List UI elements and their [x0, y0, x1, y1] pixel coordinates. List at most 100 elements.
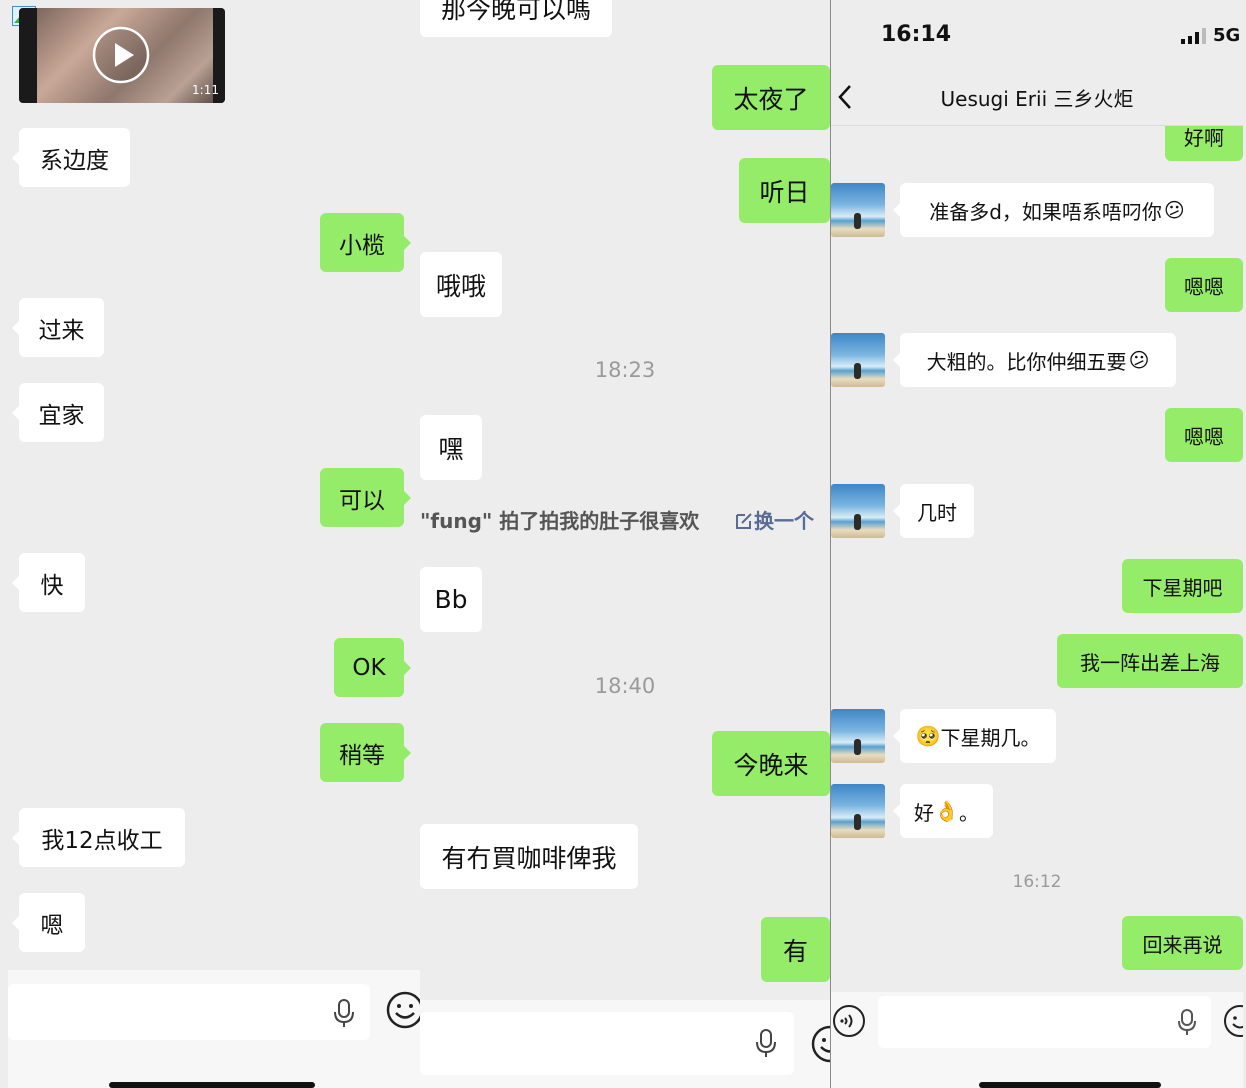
emoji-icon[interactable]: [810, 1024, 830, 1064]
message-bubble[interactable]: 嗯: [12, 893, 85, 952]
message-bubble[interactable]: 嘿: [420, 415, 482, 480]
message-bubble[interactable]: 哦哦: [420, 252, 502, 317]
message-bubble[interactable]: 稍等: [320, 723, 411, 782]
message-bubble[interactable]: 嗯嗯: [1165, 258, 1243, 312]
message-bubble[interactable]: Bb: [420, 567, 482, 632]
chat-panel-3: 16:14 5G Uesugi Erii 三乡火炬 好啊 准备多d，如果唔系唔叼…: [830, 0, 1243, 1088]
video-message[interactable]: 1:11: [19, 8, 225, 103]
edit-icon: [734, 511, 754, 531]
message-bubble[interactable]: 小榄: [320, 213, 411, 272]
message-bubble[interactable]: 回来再说: [1122, 916, 1243, 970]
home-indicator: [979, 1082, 1161, 1088]
message-text: OK: [352, 654, 386, 681]
pat-notice-text: "fung" 拍了拍我的肚子很喜欢: [420, 509, 700, 533]
message-input[interactable]: [420, 1012, 794, 1075]
message-text: 可以: [339, 487, 385, 514]
message-text: 🥺 下星期几。: [915, 724, 1041, 750]
message-text: 嗯: [40, 912, 64, 939]
emoji-icon[interactable]: [385, 990, 420, 1030]
input-bar: [420, 1000, 830, 1088]
message-input[interactable]: [878, 996, 1211, 1048]
message-text: 今晚来: [733, 750, 809, 780]
microphone-icon[interactable]: [333, 998, 355, 1028]
message-bubble[interactable]: 准备多d，如果唔系唔叼你 😕: [893, 183, 1214, 237]
play-icon[interactable]: [92, 26, 150, 84]
message-list: 好啊 准备多d，如果唔系唔叼你 😕 嗯嗯 大粗的。比你仲细五要 😕 嗯嗯 几时 下星…: [831, 126, 1243, 992]
message-bubble[interactable]: 🥺 下星期几。: [893, 709, 1056, 763]
pat-change-link[interactable]: 换一个: [734, 505, 814, 534]
chat-panel-2: 那今晚可以嗎 太夜了 听日 哦哦 18:23 嘿 "fung" 拍了拍我的肚子很…: [420, 0, 830, 1088]
avatar[interactable]: [831, 183, 885, 237]
message-bubble[interactable]: 下星期吧: [1122, 559, 1243, 613]
message-text: 系边度: [40, 147, 109, 174]
message-text: 小榄: [339, 232, 385, 259]
emoji-icon[interactable]: [1223, 1004, 1243, 1038]
message-text: 回来再说: [1142, 932, 1223, 957]
home-indicator: [109, 1082, 315, 1088]
timestamp: 18:23: [594, 358, 656, 382]
message-text: 宜家: [38, 402, 85, 429]
message-bubble[interactable]: OK: [334, 638, 411, 697]
message-bubble[interactable]: 好 👌。: [893, 784, 993, 838]
video-duration: 1:11: [192, 83, 219, 97]
message-text: 嘿: [438, 434, 464, 464]
message-text: Bb: [434, 585, 468, 614]
microphone-icon[interactable]: [755, 1028, 777, 1058]
message-text: 太夜了: [733, 84, 809, 114]
message-text: 大粗的。比你仲细五要 😕: [926, 348, 1150, 374]
message-text: 那今晚可以嗎: [440, 0, 591, 24]
message-text: 好啊: [1184, 126, 1224, 150]
message-bubble[interactable]: 有冇買咖啡俾我: [420, 824, 638, 889]
message-bubble[interactable]: 我一阵出差上海: [1057, 634, 1243, 688]
message-bubble[interactable]: 今晚来: [712, 731, 830, 796]
timestamp: 16:12: [1012, 872, 1062, 892]
message-bubble[interactable]: 几时: [893, 484, 974, 538]
avatar[interactable]: [831, 333, 885, 387]
message-text: 快: [40, 572, 64, 599]
pat-change-label: 换一个: [754, 509, 814, 533]
message-text: 几时: [917, 500, 957, 525]
message-bubble[interactable]: 大粗的。比你仲细五要 😕: [893, 333, 1176, 387]
message-bubble[interactable]: 那今晚可以嗎: [420, 0, 612, 37]
message-bubble[interactable]: 我12点收工: [12, 808, 185, 867]
message-bubble[interactable]: 可以: [320, 468, 411, 527]
avatar[interactable]: [831, 709, 885, 763]
message-text: 我12点收工: [41, 827, 163, 854]
message-bubble[interactable]: 有: [761, 917, 830, 982]
confused-emoji: 😕: [1163, 198, 1185, 222]
message-text: 有: [782, 936, 808, 966]
message-text: 听日: [759, 177, 810, 207]
message-text: 准备多d，如果唔系唔叼你 😕: [929, 198, 1185, 224]
pleading-emoji: 🥺: [915, 724, 941, 748]
message-bubble[interactable]: 太夜了: [712, 65, 830, 130]
message-text: 有冇買咖啡俾我: [441, 843, 617, 873]
network-label: 5G: [1213, 25, 1241, 46]
message-bubble[interactable]: 好啊: [1165, 126, 1243, 161]
message-bubble[interactable]: 快: [12, 553, 85, 612]
message-text: 我一阵出差上海: [1080, 650, 1220, 675]
message-text: 下星期吧: [1142, 575, 1223, 600]
message-bubble[interactable]: 宜家: [12, 383, 104, 442]
message-bubble[interactable]: 嗯嗯: [1165, 408, 1243, 462]
signal-icon: [1181, 28, 1207, 44]
microphone-icon[interactable]: [1177, 1008, 1197, 1036]
avatar[interactable]: [831, 784, 885, 838]
status-time: 16:14: [881, 22, 952, 47]
ok-hand-emoji: 👌: [934, 799, 959, 823]
chat-panel-1: 1:11 系边度 小榄 过来 宜家 可以 快 OK 稍等 我12点收工 嗯: [8, 0, 420, 1088]
avatar[interactable]: [831, 484, 885, 538]
voice-icon[interactable]: [832, 1004, 866, 1038]
message-text: 嗯嗯: [1184, 274, 1224, 299]
message-input[interactable]: [8, 984, 370, 1040]
input-bar: [8, 970, 420, 1088]
message-text: 过来: [38, 317, 85, 344]
message-text: 稍等: [339, 742, 385, 769]
frown-emoji: 😕: [1128, 348, 1150, 372]
message-bubble[interactable]: 过来: [12, 298, 104, 357]
message-bubble[interactable]: 听日: [739, 158, 830, 223]
timestamp: 18:40: [594, 674, 656, 698]
chat-header: Uesugi Erii 三乡火炬: [831, 70, 1243, 126]
message-bubble[interactable]: 系边度: [12, 128, 130, 187]
chat-title: Uesugi Erii 三乡火炬: [940, 87, 1134, 111]
message-text: 哦哦: [435, 271, 486, 301]
